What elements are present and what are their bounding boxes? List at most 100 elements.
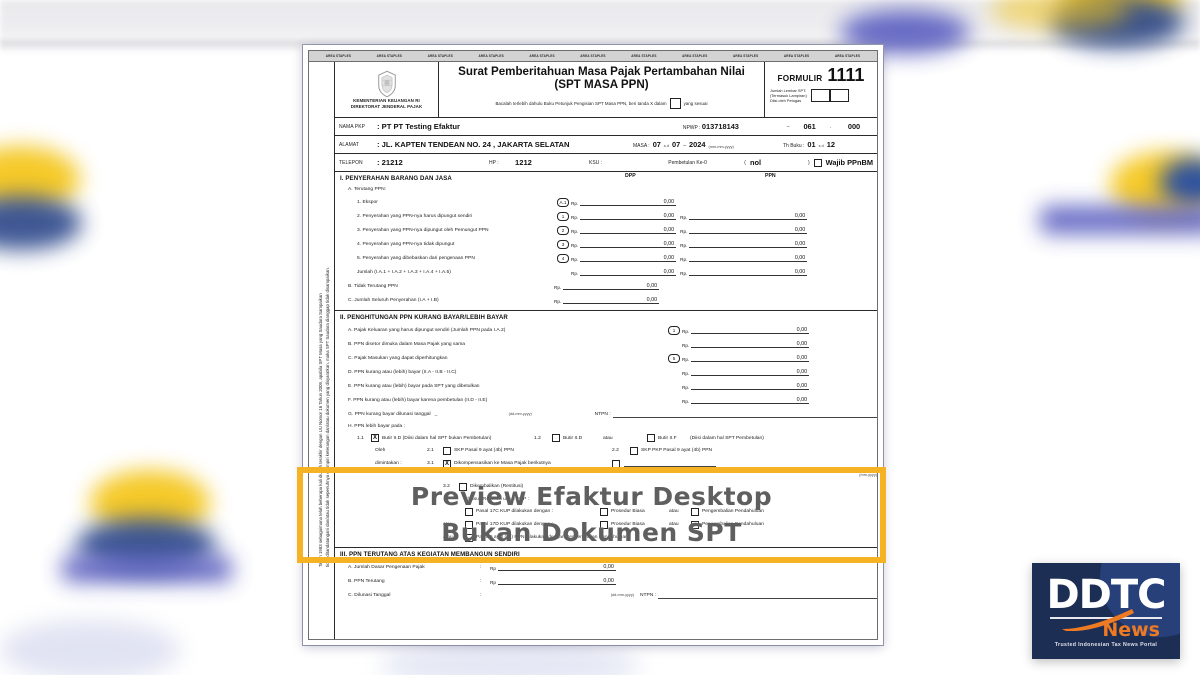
pasal17c-prosedur-biasa-checkbox[interactable] bbox=[600, 507, 608, 516]
ppn-amount-field[interactable]: Rp. 0,00 bbox=[680, 241, 808, 248]
instruction-checkbox[interactable] bbox=[669, 98, 681, 109]
dpp-amount-field[interactable]: Rp. 0,00 bbox=[571, 255, 677, 262]
row-value[interactable]: 0,00 bbox=[497, 564, 616, 571]
opt32-checkbox[interactable] bbox=[459, 482, 467, 491]
row-dpp-value[interactable]: 0,00 bbox=[563, 297, 660, 304]
ppn-amount-field[interactable]: Rp. 0,00 bbox=[680, 255, 808, 262]
dpp-amount-field[interactable]: Rp. 0,00 bbox=[571, 213, 677, 220]
row-dpp-value[interactable]: 0,00 bbox=[563, 283, 660, 290]
row-dpp-value[interactable]: 0,00 bbox=[580, 227, 677, 234]
h2-checkbox[interactable] bbox=[552, 434, 560, 442]
row-dpp-value[interactable]: 0,00 bbox=[580, 241, 677, 248]
opt31-date-field[interactable] bbox=[624, 460, 716, 467]
dpp-amount-field[interactable]: Rp. 0,00 bbox=[571, 227, 677, 234]
row-value[interactable]: 0,00 bbox=[691, 355, 810, 362]
opt31-alt-checkbox[interactable] bbox=[612, 459, 620, 468]
table-row: 2. Penyerahan yang PPN-nya harus dipungu… bbox=[335, 209, 877, 223]
amount-field[interactable]: Rp. 0,00 bbox=[682, 383, 810, 390]
row-value[interactable]: 0,00 bbox=[497, 578, 616, 585]
dpp-amount-field[interactable]: Rp. 0,00 bbox=[554, 283, 660, 290]
h1-checkbox[interactable]: X bbox=[371, 434, 379, 442]
row-label: 2. Penyerahan yang PPN-nya harus dipungu… bbox=[357, 213, 473, 219]
npwp-branch[interactable]: 061 bbox=[790, 122, 830, 131]
pasal17c-pengembalian-checkbox[interactable] bbox=[691, 507, 699, 516]
pasal17d-prosedur-biasa-checkbox[interactable] bbox=[600, 520, 608, 529]
amount-field[interactable]: Rp. 0,00 bbox=[682, 327, 810, 334]
row-separator: : bbox=[480, 578, 482, 584]
diminta-label: dimintakan : bbox=[375, 461, 402, 466]
amount-field[interactable]: Rp. 0,00 bbox=[682, 369, 810, 376]
row-dpp-value[interactable]: 0,00 bbox=[580, 213, 677, 220]
nama-pkp-value[interactable]: : PT PT Testing Efaktur bbox=[377, 122, 683, 131]
dpp-amount-field[interactable]: Rp. 0,00 bbox=[571, 241, 677, 248]
hp-value[interactable]: 1212 bbox=[515, 158, 589, 167]
row-value[interactable]: 0,00 bbox=[691, 383, 810, 390]
section-3-ntpn-field[interactable] bbox=[658, 592, 877, 599]
row-label: E. PPN kurang atau (lebih) bayar pada SP… bbox=[348, 383, 480, 389]
opt31-checkbox[interactable]: X bbox=[443, 459, 451, 468]
row-value[interactable]: 0,00 bbox=[691, 397, 810, 404]
amount-field[interactable]: Rp. 0,00 bbox=[682, 341, 810, 348]
opt22-checkbox[interactable] bbox=[630, 446, 638, 455]
alamat-value[interactable]: : JL. KAPTEN TENDEAN NO. 24 , JAKARTA SE… bbox=[377, 140, 633, 149]
dpp-amount-field[interactable]: Rp. 0,00 bbox=[554, 297, 660, 304]
masa-year[interactable]: 2024 bbox=[689, 140, 705, 149]
row-pasal-17c: Pasal 17C KUP dilakukan dengan : Prosedu… bbox=[335, 505, 877, 518]
section-1-title: I. PENYERAHAN BARANG DAN JASA bbox=[340, 175, 452, 182]
row-dpp-value[interactable]: 0,00 bbox=[580, 269, 677, 276]
row-code-box bbox=[540, 295, 552, 305]
dpp-amount-field[interactable]: Rp. 0,00 bbox=[571, 269, 677, 276]
row-ppn-value[interactable]: 0,00 bbox=[689, 269, 808, 276]
pasal17d-pengembalian-label: Pengembalian Pendahuluan bbox=[702, 522, 764, 527]
pasal9-checkbox[interactable] bbox=[465, 533, 473, 542]
ppn-amount-field[interactable]: Rp. 0,00 bbox=[680, 227, 808, 234]
pasal17c-checkbox[interactable] bbox=[465, 507, 473, 516]
background-bar-lower-left bbox=[62, 556, 232, 582]
row-ppn-value[interactable]: 0,00 bbox=[689, 213, 808, 220]
rp-prefix: Rp. bbox=[571, 200, 579, 206]
wajib-ppnbm-checkbox[interactable] bbox=[813, 158, 822, 167]
telepon-value[interactable]: : 21212 bbox=[377, 158, 489, 167]
row-dpp-value[interactable]: 0,00 bbox=[580, 199, 677, 206]
rp-prefix: Rp. bbox=[682, 384, 690, 390]
lembar-count-boxes[interactable] bbox=[810, 89, 849, 103]
pembetulan-value[interactable]: nol bbox=[746, 158, 808, 167]
amount-field[interactable]: Rp. 0,00 bbox=[682, 397, 810, 404]
thbuku-from[interactable]: 01 bbox=[807, 140, 815, 149]
amount-field[interactable]: Rp. 0,00 bbox=[682, 355, 810, 362]
thbuku-to[interactable]: 12 bbox=[827, 140, 835, 149]
pasal17d-pengembalian-checkbox[interactable] bbox=[691, 520, 699, 529]
ddtc-news-logo: DDTC News Trusted Indonesian Tax News Po… bbox=[1032, 563, 1180, 659]
row-value[interactable]: 0,00 bbox=[691, 327, 810, 334]
row-dpp-value[interactable]: 0,00 bbox=[580, 255, 677, 262]
dpp-amount-field[interactable]: Rp. 0,00 bbox=[571, 199, 677, 206]
row-g-value[interactable]: _ bbox=[435, 412, 509, 417]
masa-from[interactable]: 07 bbox=[653, 140, 661, 149]
background-blob-blue-left bbox=[0, 196, 82, 250]
ppn-amount-field[interactable]: Rp. 0,00 bbox=[680, 269, 808, 276]
lembar-box-2[interactable] bbox=[829, 89, 849, 103]
row-value[interactable]: 0,00 bbox=[691, 341, 810, 348]
lembar-box-1[interactable] bbox=[810, 89, 830, 103]
identity-row-nama: NAMA PKP : PT PT Testing Efaktur NPWP : … bbox=[335, 118, 877, 136]
rp-prefix: Rp. bbox=[682, 342, 690, 348]
npwp-tail[interactable]: 000 bbox=[831, 122, 877, 131]
row-g-ntpn-field[interactable] bbox=[612, 411, 877, 418]
masa-to[interactable]: 07 bbox=[672, 140, 680, 149]
formulir-label: FORMULIR bbox=[777, 74, 823, 83]
amount-field[interactable]: Rp 0,00 bbox=[490, 564, 616, 571]
row-code-box: 1 bbox=[557, 211, 569, 221]
pasal17d-checkbox[interactable] bbox=[465, 520, 473, 529]
opt21-checkbox[interactable] bbox=[443, 446, 451, 455]
ppn-amount-field[interactable]: Rp. 0,00 bbox=[680, 213, 808, 220]
row-value[interactable]: 0,00 bbox=[691, 369, 810, 376]
spt-form-page[interactable]: AREA STAPLES AREA STAPLES AREA STAPLES A… bbox=[303, 45, 883, 645]
row-ppn-value[interactable]: 0,00 bbox=[689, 255, 808, 262]
row-ppn-value[interactable]: 0,00 bbox=[689, 227, 808, 234]
npwp-value[interactable]: 013718143 bbox=[702, 122, 739, 131]
pasal17d-prosedur-biasa-label: Prosedur Biasa bbox=[611, 522, 645, 527]
h3-checkbox[interactable] bbox=[647, 434, 655, 442]
background-ghost-text bbox=[455, 12, 585, 29]
amount-field[interactable]: Rp 0,00 bbox=[490, 578, 616, 585]
row-ppn-value[interactable]: 0,00 bbox=[689, 241, 808, 248]
